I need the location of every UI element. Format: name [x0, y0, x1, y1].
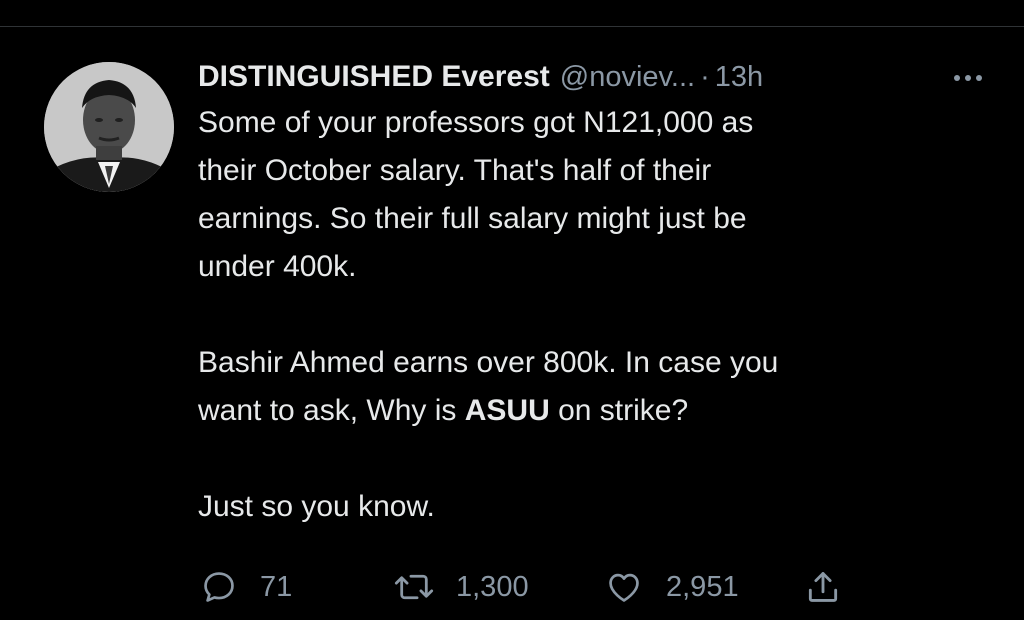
more-icon: [954, 75, 960, 81]
tweet-actions: 71 1,300 2,951: [198, 560, 898, 614]
tweet-text-line: their October salary. That's half of the…: [198, 154, 712, 187]
avatar-portrait-icon: [44, 62, 174, 192]
tweet-text-line: under 400k.: [198, 250, 357, 283]
share-icon: [808, 572, 838, 602]
more-icon-dot: [965, 75, 971, 81]
retweet-count: 1,300: [456, 570, 529, 603]
more-icon-dot: [976, 75, 982, 81]
tweet-text: Some of your professors got N121,000 as …: [198, 99, 958, 531]
like-button[interactable]: 2,951: [604, 560, 739, 614]
user-handle[interactable]: @noviev...: [560, 61, 695, 94]
tweet-text-line: Some of your professors got N121,000 as: [198, 106, 754, 139]
tweet-text-span: on strike?: [549, 394, 689, 427]
retweet-icon: [394, 574, 434, 600]
like-count: 2,951: [666, 570, 739, 603]
reply-count: 71: [260, 570, 293, 603]
tweet-text-line: want to ask, Why is ASUU on strike?: [198, 387, 958, 435]
tweet-header: DISTINGUISHED Everest @noviev... · 13h: [198, 56, 988, 98]
share-button[interactable]: [804, 560, 842, 614]
tweet: DISTINGUISHED Everest @noviev... · 13h S…: [198, 56, 988, 531]
more-options-button[interactable]: [954, 58, 982, 98]
reply-icon: [204, 572, 234, 602]
tweet-text-line: earnings. So their full salary might jus…: [198, 202, 747, 235]
retweet-button[interactable]: 1,300: [394, 560, 529, 614]
separator-dot: ·: [700, 60, 710, 93]
tweet-text-line: Bashir Ahmed earns over 800k. In case yo…: [198, 346, 779, 379]
timestamp[interactable]: 13h: [715, 61, 763, 94]
top-divider: [0, 26, 1024, 27]
tweet-text-span: want to ask, Why is: [198, 394, 465, 427]
tweet-text-line: Just so you know.: [198, 490, 435, 523]
bold-keyword: ASUU: [464, 394, 550, 427]
reply-button[interactable]: 71: [200, 560, 292, 614]
heart-icon: [609, 573, 639, 602]
display-name[interactable]: DISTINGUISHED Everest: [198, 60, 550, 94]
avatar[interactable]: [44, 62, 174, 192]
